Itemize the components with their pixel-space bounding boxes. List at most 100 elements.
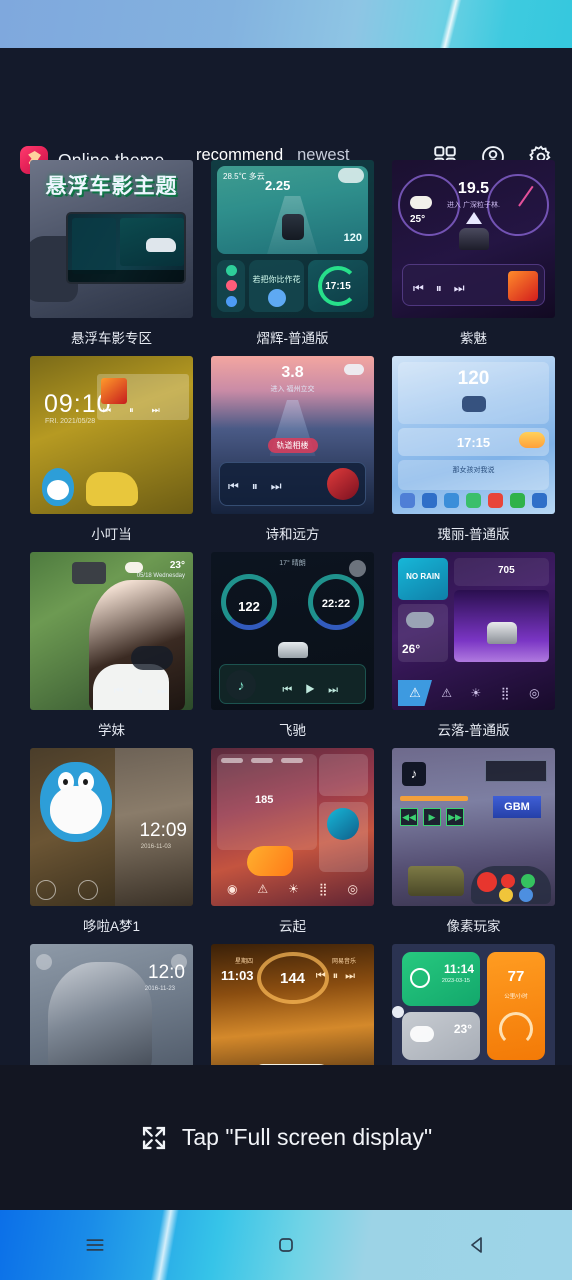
- theme-thumbnail[interactable]: 11:14 2023-03-15 23° 77 公里/小时: [392, 944, 555, 1065]
- dock-icon-green: [465, 492, 481, 508]
- car-screen-mock: [66, 212, 186, 284]
- theme-thumbnail[interactable]: 28.5℃ 多云 2.25 120 若把你比作花 17:15: [211, 160, 374, 318]
- screen-dock: [68, 270, 184, 282]
- home-button[interactable]: [191, 1233, 382, 1257]
- temp-label: 23°: [169, 560, 185, 571]
- weather-widget: 26°: [398, 604, 448, 662]
- music-widget: 那女孩对我说: [398, 460, 549, 490]
- status-bar-gradient: [0, 0, 572, 48]
- dock-icon-phone: [510, 492, 526, 508]
- theme-thumbnail[interactable]: 3.8 进入 福州立交 轨道相楼 ⏮⏸⏭: [211, 356, 374, 514]
- date-label: 2016-11-03: [140, 844, 171, 850]
- theme-thumbnail[interactable]: NO RAIN 26° 705 ⚠ ⚠ ☀ ⣿ ◎: [392, 552, 555, 710]
- road-perspective: [454, 590, 549, 662]
- song-title: 那女孩对我说: [452, 467, 495, 474]
- theme-thumbnail[interactable]: 144 星期四 网易音乐 11:03 ⏮⏸⏭: [211, 944, 374, 1065]
- speed-label: 144: [279, 970, 306, 987]
- app-dock: ⚠ ⚠ ☀ ⣿ ◎: [398, 680, 549, 706]
- music-widget: 若把你比作花: [249, 260, 304, 312]
- player-controls: ⏮⏸⏭: [228, 479, 295, 493]
- theme-thumbnail[interactable]: 120 17:15 那女孩对我说: [392, 356, 555, 514]
- dock-warning-icon: ⚠: [257, 882, 269, 896]
- theme-card[interactable]: ♪ ◀◀ ▶ ▶▶ GBM 像素玩家: [392, 748, 555, 934]
- thumb-banner-text: 悬浮车影主题: [45, 175, 178, 198]
- theme-thumbnail[interactable]: 17° 晴朗 ♪ ⏮▶⏭: [211, 552, 374, 710]
- clock-label: 12:0: [148, 962, 185, 983]
- distance-label: 2.25: [265, 178, 291, 193]
- date-label: 2023-03-15: [441, 978, 470, 984]
- music-note-icon: ♪: [402, 762, 426, 786]
- theme-card[interactable]: 3.8 进入 福州立交 轨道相楼 ⏮⏸⏭ 诗和远方: [211, 356, 374, 542]
- theme-caption: 紫魅: [460, 331, 487, 346]
- weather-cloud-icon: [410, 196, 432, 209]
- dock-icon-bluetooth: [443, 492, 459, 508]
- route-pill-label: 轨道相楼: [267, 438, 318, 453]
- player-controls: ⏮⏸⏭: [113, 685, 181, 697]
- recents-menu-button[interactable]: [0, 1232, 191, 1258]
- dock-compass-icon: ◎: [347, 882, 359, 896]
- theme-row: 23° 05/18 Wednesday ⏮⏸⏭ 学妹 17° 晴朗 ♪: [30, 552, 555, 738]
- clock-label: 11:03: [221, 968, 254, 983]
- date-label: 2016-11-23: [144, 986, 175, 992]
- app-dock: [396, 490, 551, 510]
- play-button-icon: ▶: [423, 808, 441, 826]
- theme-card[interactable]: NO RAIN 26° 705 ⚠ ⚠ ☀ ⣿ ◎ 云落-普通版: [392, 552, 555, 738]
- theme-thumbnail[interactable]: 19.5 进入 广深粒子林. 25° ⏮⏸⏭: [392, 160, 555, 318]
- theme-thumbnail[interactable]: 12:09 2016-11-03: [30, 748, 193, 906]
- nav-map-widget: 705: [454, 558, 549, 586]
- app-root: Online theme recommend newest: [0, 0, 572, 1280]
- theme-card[interactable]: 28.5℃ 多云 2.25 120 若把你比作花 17:15 熠辉-普通版: [211, 160, 374, 346]
- doraemon-character: [40, 762, 112, 842]
- temp-label: 25°: [410, 214, 426, 225]
- theme-card[interactable]: 185 ◉ ⚠ ☀ ⣿ ◎ 云起: [211, 748, 374, 934]
- theme-card[interactable]: 12:0 2016-11-23: [30, 944, 193, 1065]
- album-art: [101, 378, 127, 404]
- pause-button-icon: [267, 289, 286, 307]
- player-controls: ⏮▶⏭: [282, 684, 351, 696]
- album-art: [131, 646, 173, 670]
- album-art: [327, 468, 359, 500]
- doraemon-nose: [70, 790, 83, 803]
- theme-card[interactable]: 09:10 FRI. 2021/05/28 ⏮⏸⏭ 小叮当: [30, 356, 193, 542]
- theme-thumbnail[interactable]: 09:10 FRI. 2021/05/28 ⏮⏸⏭: [30, 356, 193, 514]
- boy-character: [86, 472, 138, 506]
- theme-card[interactable]: 17° 晴朗 ♪ ⏮▶⏭ 飞驰: [211, 552, 374, 738]
- theme-thumbnail[interactable]: ♪ ◀◀ ▶ ▶▶ GBM: [392, 748, 555, 906]
- dock-warning-icon: ⚠: [441, 686, 452, 700]
- theme-grid: 悬浮车影主题 悬浮车影专区 28.5℃ 多云 2.25 120 若把你比作花 1…: [0, 160, 572, 1065]
- theme-card[interactable]: 120 17:15 那女孩对我说 瑰丽-普通版: [392, 356, 555, 542]
- theme-thumbnail[interactable]: 185 ◉ ⚠ ☀ ⣿ ◎: [211, 748, 374, 906]
- theme-thumbnail[interactable]: 23° 05/18 Wednesday ⏮⏸⏭: [30, 552, 193, 710]
- fullscreen-expand-icon: [140, 1124, 168, 1152]
- fullscreen-hint-bar[interactable]: Tap "Full screen display": [0, 1065, 572, 1210]
- theme-caption: 小叮当: [91, 527, 132, 542]
- gamepad-button-blue: [519, 888, 533, 902]
- theme-card[interactable]: 23° 05/18 Wednesday ⏮⏸⏭ 学妹: [30, 552, 193, 738]
- album-art: [327, 808, 359, 840]
- music-player-widget: ♪ ⏮▶⏭: [219, 664, 366, 704]
- weather-cloud-icon: [125, 562, 143, 573]
- gamepad-button-green: [521, 874, 535, 888]
- music-player-widget: ⏮⏸⏭: [402, 264, 545, 306]
- dock-icon-music: [488, 492, 504, 508]
- theme-caption: 悬浮车影专区: [71, 331, 152, 346]
- theme-card[interactable]: 19.5 进入 广深粒子林. 25° ⏮⏸⏭ 紫魅: [392, 160, 555, 346]
- dock-icon-nav: [421, 492, 437, 508]
- music-player-widget: [319, 802, 368, 872]
- theme-thumbnail[interactable]: 悬浮车影主题: [30, 160, 193, 318]
- clock-gauge: [308, 574, 364, 630]
- theme-card[interactable]: 144 星期四 网易音乐 11:03 ⏮⏸⏭: [211, 944, 374, 1065]
- theme-card[interactable]: 11:14 2023-03-15 23° 77 公里/小时: [392, 944, 555, 1065]
- car-shape: [461, 396, 486, 412]
- theme-thumbnail[interactable]: 12:0 2016-11-23: [30, 944, 193, 1065]
- doraemon-eye-left: [58, 772, 74, 792]
- speed-gauge: [221, 574, 277, 630]
- status-pill-cyan: [281, 758, 303, 763]
- theme-card[interactable]: 悬浮车影主题 悬浮车影专区: [30, 160, 193, 346]
- weekday-label: 05/18 Wednesday: [136, 573, 185, 579]
- dock-icon-compass: [532, 492, 548, 508]
- weather-widget: 23° 05/18 Wednesday: [125, 560, 187, 590]
- distance-label: 185: [255, 794, 274, 806]
- back-button[interactable]: [381, 1233, 572, 1257]
- theme-card[interactable]: 12:09 2016-11-03 哆啦A梦1: [30, 748, 193, 934]
